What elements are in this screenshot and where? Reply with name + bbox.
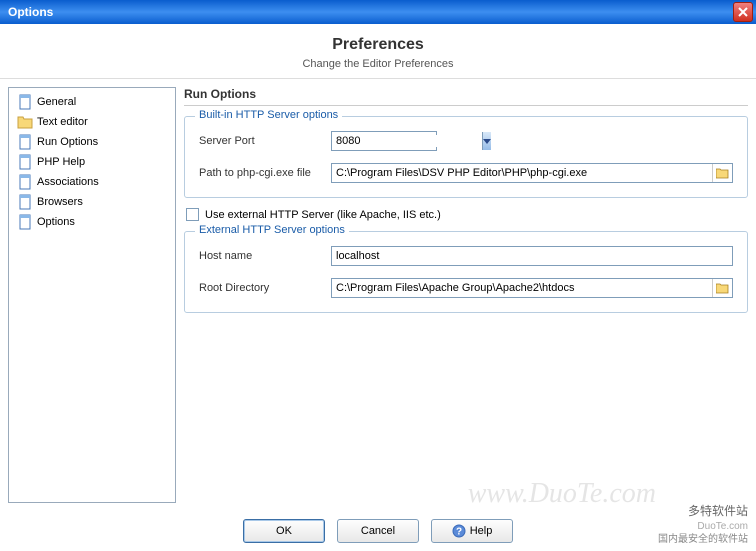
page-icon: [17, 134, 33, 150]
window-title: Options: [8, 5, 53, 19]
port-combo[interactable]: [331, 131, 437, 151]
page-icon: [17, 214, 33, 230]
page-icon: [17, 154, 33, 170]
root-dir-field-wrap: [331, 278, 733, 298]
php-path-browse-button[interactable]: [712, 164, 732, 182]
page-icon: [17, 174, 33, 190]
port-input[interactable]: [332, 135, 482, 147]
titlebar: Options: [0, 0, 756, 24]
use-external-checkbox[interactable]: [186, 208, 199, 221]
page-subtitle: Change the Editor Preferences: [0, 58, 756, 70]
port-dropdown-button[interactable]: [482, 132, 491, 150]
sidebar-item-options[interactable]: Options: [13, 212, 171, 232]
host-row: Host name: [199, 246, 733, 266]
php-path-row: Path to php-cgi.exe file: [199, 163, 733, 183]
sidebar-item-label: Associations: [37, 176, 99, 188]
ok-button[interactable]: OK: [243, 519, 325, 543]
content: General Text editor Run Options PHP Help…: [0, 79, 756, 511]
sidebar-item-label: General: [37, 96, 76, 108]
folder-open-icon: [716, 282, 730, 294]
use-external-row: Use external HTTP Server (like Apache, I…: [184, 208, 748, 221]
help-button[interactable]: ? Help: [431, 519, 513, 543]
external-legend: External HTTP Server options: [195, 224, 349, 236]
host-label: Host name: [199, 250, 323, 262]
chevron-down-icon: [483, 139, 491, 144]
section-title: Run Options: [184, 87, 748, 106]
sidebar-item-general[interactable]: General: [13, 92, 171, 112]
builtin-legend: Built-in HTTP Server options: [195, 109, 342, 121]
sidebar-item-browsers[interactable]: Browsers: [13, 192, 171, 212]
php-path-input[interactable]: [332, 164, 712, 182]
main-panel: Run Options Built-in HTTP Server options…: [184, 87, 748, 503]
cancel-button[interactable]: Cancel: [337, 519, 419, 543]
sidebar-item-label: PHP Help: [37, 156, 85, 168]
builtin-server-group: Built-in HTTP Server options Server Port…: [184, 116, 748, 198]
root-dir-label: Root Directory: [199, 282, 323, 294]
sidebar-item-label: Options: [37, 216, 75, 228]
folder-icon: [17, 114, 33, 130]
root-dir-row: Root Directory: [199, 278, 733, 298]
port-label: Server Port: [199, 135, 323, 147]
svg-text:?: ?: [456, 527, 462, 538]
sidebar-item-text-editor[interactable]: Text editor: [13, 112, 171, 132]
page-icon: [17, 94, 33, 110]
sidebar-item-label: Browsers: [37, 196, 83, 208]
root-dir-browse-button[interactable]: [712, 279, 732, 297]
sidebar-item-label: Run Options: [37, 136, 98, 148]
page-icon: [17, 194, 33, 210]
sidebar-item-run-options[interactable]: Run Options: [13, 132, 171, 152]
help-label: Help: [470, 525, 493, 537]
sidebar-item-php-help[interactable]: PHP Help: [13, 152, 171, 172]
port-row: Server Port: [199, 131, 733, 151]
close-button[interactable]: [733, 2, 753, 22]
external-server-group: External HTTP Server options Host name R…: [184, 231, 748, 313]
sidebar-item-associations[interactable]: Associations: [13, 172, 171, 192]
sidebar-item-label: Text editor: [37, 116, 88, 128]
folder-open-icon: [716, 167, 730, 179]
close-icon: [738, 7, 748, 17]
php-path-label: Path to php-cgi.exe file: [199, 167, 323, 179]
use-external-label: Use external HTTP Server (like Apache, I…: [205, 209, 441, 221]
help-icon: ?: [452, 524, 466, 538]
sidebar: General Text editor Run Options PHP Help…: [8, 87, 176, 503]
button-bar: OK Cancel ? Help: [0, 511, 756, 551]
root-dir-input[interactable]: [332, 279, 712, 297]
php-path-field-wrap: [331, 163, 733, 183]
page-title: Preferences: [0, 36, 756, 54]
header: Preferences Change the Editor Preference…: [0, 24, 756, 79]
host-input[interactable]: [331, 246, 733, 266]
